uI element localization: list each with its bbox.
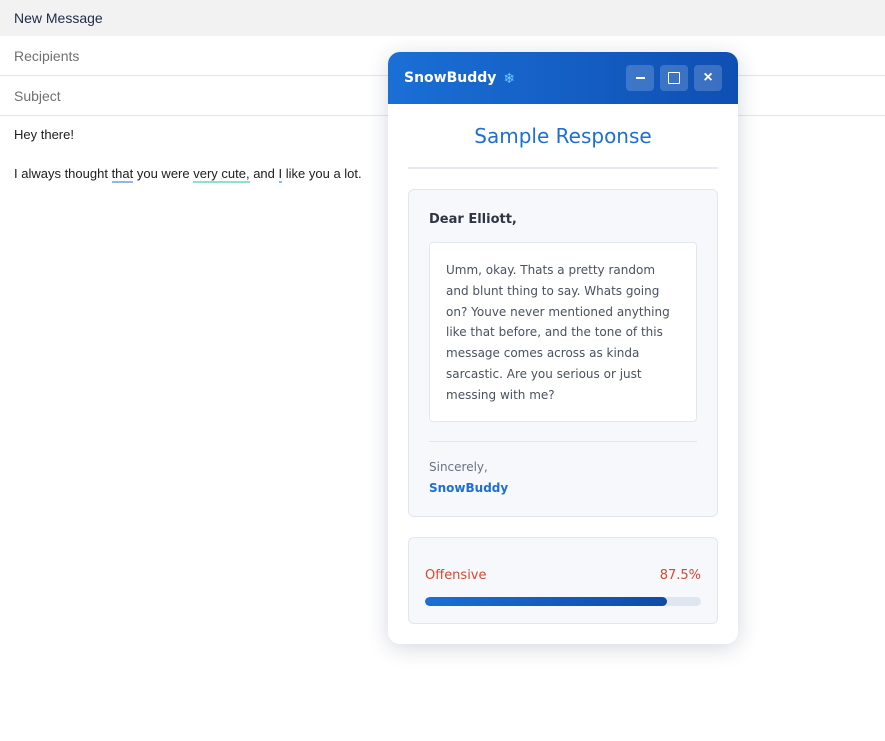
response-signature: SnowBuddy — [429, 481, 509, 495]
response-card: Dear Elliott, Umm, okay. Thats a pretty … — [408, 189, 718, 517]
compose-title: New Message — [14, 10, 103, 26]
body-text-segment: I always thought — [14, 166, 112, 181]
maximize-button[interactable] — [660, 65, 688, 91]
snowflake-icon: ❄ — [503, 69, 516, 86]
flagged-word-that[interactable]: that — [111, 166, 134, 183]
response-title: Sample Response — [474, 124, 652, 148]
minimize-icon — [635, 77, 645, 79]
score-label: Offensive — [425, 568, 487, 583]
score-progress-track — [425, 597, 701, 606]
snowbuddy-popup: SnowBuddy ❄ × Sample Response Dear Ellio… — [388, 52, 738, 644]
message-body-editor[interactable]: Hey there! I always thought that you wer… — [14, 126, 394, 183]
response-message: Umm, okay. Thats a pretty random and blu… — [429, 242, 697, 422]
popup-title: SnowBuddy — [404, 70, 497, 86]
body-text-segment: and — [249, 166, 279, 181]
score-value: 87.5% — [659, 568, 701, 583]
close-button[interactable]: × — [694, 65, 722, 91]
maximize-icon — [668, 72, 680, 84]
body-text-segment: you were — [133, 166, 194, 181]
score-progress-fill — [425, 597, 667, 606]
compose-header: New Message — [0, 0, 885, 36]
body-text-segment: like you a lot. — [282, 166, 362, 181]
offensive-score-card: Offensive 87.5% — [408, 537, 718, 624]
recipients-placeholder: Recipients — [14, 47, 80, 64]
minimize-button[interactable] — [626, 65, 654, 91]
close-icon: × — [703, 69, 713, 86]
window-controls: × — [626, 65, 722, 91]
subject-placeholder: Subject — [14, 87, 61, 104]
title-divider — [408, 167, 718, 169]
body-line-message: I always thought that you were very cute… — [14, 165, 394, 183]
signature-divider — [429, 441, 697, 442]
popup-header[interactable]: SnowBuddy ❄ × — [388, 52, 738, 104]
response-greeting: Dear Elliott, — [429, 212, 517, 227]
response-closing: Sincerely, — [429, 460, 488, 474]
body-line-greeting: Hey there! — [14, 127, 74, 142]
flagged-phrase-very-cute[interactable]: very cute, — [193, 166, 250, 183]
